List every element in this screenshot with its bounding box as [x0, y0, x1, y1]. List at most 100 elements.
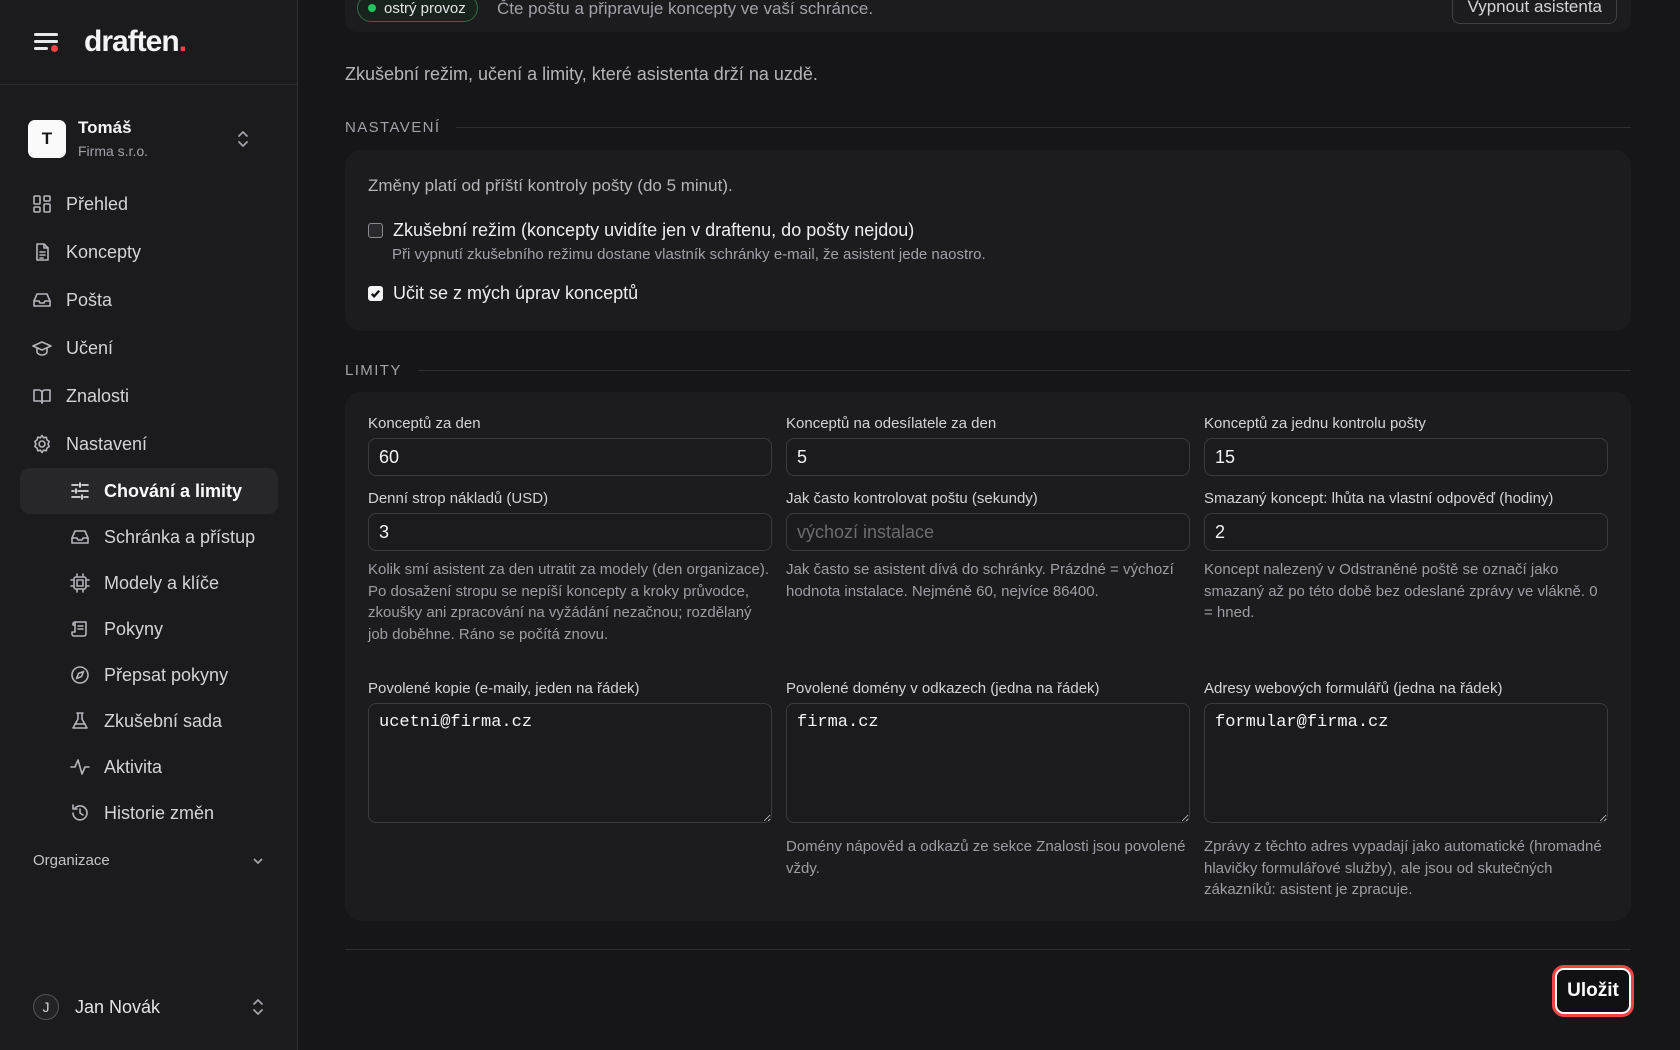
settings-panel: Změny platí od příští kontroly pošty (do…: [345, 150, 1631, 331]
graduation-cap-icon: [32, 338, 52, 358]
field-label: Denní strop nákladů (USD): [368, 490, 549, 507]
footer-divider: [345, 949, 1631, 950]
learn-row[interactable]: Učit se z mých úprav konceptů: [368, 283, 638, 304]
field-help: Zprávy z těchto adres vypadají jako auto…: [1204, 838, 1602, 898]
assistant-status-card: ostrý provoz Čte poštu a připravuje konc…: [345, 0, 1631, 32]
settings-note: Změny platí od příští kontroly pošty (do…: [368, 176, 733, 195]
subnav-item-label: Přepsat pokyny: [104, 664, 229, 685]
drafts-per-sender-input[interactable]: [786, 438, 1190, 476]
chevron-down-icon: [253, 857, 263, 864]
nav-item-uceni[interactable]: Učení: [20, 324, 278, 372]
book-icon: [32, 386, 52, 406]
subnav-item-aktivita[interactable]: Aktivita: [20, 744, 278, 790]
trial-mode-row[interactable]: Zkušební režim (koncepty uvidíte jen v d…: [368, 220, 914, 241]
menu-icon[interactable]: [34, 32, 60, 52]
cost-cap-input[interactable]: [368, 513, 772, 551]
subnav-item-schranka-a-pristup[interactable]: Schránka a přístup: [20, 514, 278, 560]
status-dot-icon: [368, 4, 376, 12]
drafts-per-check-input[interactable]: [1204, 438, 1608, 476]
org-name: Tomáš: [78, 117, 132, 137]
chevron-up-down-icon: [253, 999, 263, 1015]
main-content: ostrý provoz Čte poštu a připravuje konc…: [298, 0, 1680, 1050]
sliders-icon: [70, 481, 90, 501]
sidebar: draften. T Tomáš Firma s.r.o. Přehled Ko…: [0, 0, 298, 1050]
learn-label: Učit se z mých úprav konceptů: [393, 283, 639, 303]
field-label: Jak často kontrolovat poštu (sekundy): [786, 490, 1038, 507]
page-description: Zkušební režim, učení a limity, které as…: [345, 64, 818, 84]
nav-item-label: Pošta: [66, 289, 113, 310]
deleted-grace-input[interactable]: [1204, 513, 1608, 551]
settings-section-heading: NASTAVENÍ: [345, 119, 1631, 136]
subnav-item-chovani-a-limity[interactable]: Chování a limity: [20, 468, 278, 514]
nav-item-nastaveni[interactable]: Nastavení: [20, 420, 278, 468]
allowed-cc-textarea[interactable]: ucetni@firma.cz: [368, 703, 772, 823]
field-help: Kolik smí asistent za den utratit za mod…: [368, 561, 770, 643]
form-addresses-field: Adresy webových formulářů (jedna na řáde…: [1204, 679, 1608, 901]
cost-cap-field: Denní strop nákladů (USD) Kolik smí asis…: [368, 489, 772, 645]
nav-item-koncepty[interactable]: Koncepty: [20, 228, 278, 276]
organization-section-toggle[interactable]: Organizace: [33, 852, 265, 869]
organization-section-label: Organizace: [33, 852, 110, 869]
drafts-per-day-input[interactable]: [368, 438, 772, 476]
nav-item-label: Přehled: [66, 193, 129, 214]
drafts-per-day-field: Konceptů za den: [368, 414, 772, 476]
nav-item-posta[interactable]: Pošta: [20, 276, 278, 324]
subnav-item-modely-a-klice[interactable]: Modely a klíče: [20, 560, 278, 606]
subnav-item-label: Chování a limity: [104, 480, 243, 501]
chevron-up-down-icon: [238, 131, 248, 147]
subnav-item-label: Schránka a přístup: [104, 526, 256, 547]
subnav-item-label: Historie změn: [104, 802, 215, 823]
inbox-icon: [70, 527, 90, 547]
field-label: Konceptů za jednu kontrolu pošty: [1204, 415, 1426, 432]
subnav-item-label: Modely a klíče: [104, 572, 220, 593]
trial-mode-hint: Při vypnutí zkušebního režimu dostane vl…: [392, 246, 986, 263]
check-interval-input[interactable]: [786, 513, 1190, 551]
drafts-per-check-field: Konceptů za jednu kontrolu pošty: [1204, 414, 1608, 476]
activity-icon: [70, 757, 90, 777]
status-text: Čte poštu a připravuje koncepty ve vaší …: [497, 0, 874, 18]
field-label: Adresy webových formulářů (jedna na řáde…: [1204, 680, 1503, 697]
field-label: Smazaný koncept: lhůta na vlastní odpově…: [1204, 490, 1554, 507]
subnav-item-pokyny[interactable]: Pokyny: [20, 606, 278, 652]
subnav-item-label: Pokyny: [104, 618, 164, 639]
user-switcher[interactable]: J Jan Novák: [33, 994, 265, 1020]
deleted-grace-field: Smazaný koncept: lhůta na vlastní odpově…: [1204, 489, 1608, 624]
nav-item-label: Učení: [66, 337, 114, 358]
limits-section-heading: LIMITY: [345, 362, 1631, 379]
nav-item-label: Znalosti: [66, 385, 130, 406]
nav-item-znalosti[interactable]: Znalosti: [20, 372, 278, 420]
save-button[interactable]: Uložit: [1555, 968, 1631, 1014]
status-badge: ostrý provoz: [357, 0, 478, 22]
org-company: Firma s.r.o.: [78, 142, 149, 159]
field-help: Domény nápověd a odkazů ze sekce Znalost…: [786, 838, 1186, 877]
brand-bar: draften.: [0, 0, 297, 85]
trial-mode-label: Zkušební režim (koncepty uvidíte jen v d…: [393, 220, 915, 240]
logo[interactable]: draften.: [84, 25, 187, 59]
field-label: Povolené domény v odkazech (jedna na řád…: [786, 680, 1100, 697]
trial-mode-checkbox[interactable]: [368, 223, 383, 238]
limits-panel: Konceptů za den Konceptů na odesílatele …: [345, 392, 1631, 921]
nav-item-label: Koncepty: [66, 241, 142, 262]
inbox-icon: [32, 290, 52, 310]
settings-subnav: Chování a limity Schránka a přístup Mode…: [20, 468, 278, 836]
subnav-item-prepsat-pokyny[interactable]: Přepsat pokyny: [20, 652, 278, 698]
gear-icon: [32, 434, 52, 454]
document-icon: [32, 242, 52, 262]
field-label: Konceptů za den: [368, 415, 481, 432]
nav-item-prehled[interactable]: Přehled: [20, 180, 278, 228]
form-addresses-textarea[interactable]: formular@firma.cz: [1204, 703, 1608, 823]
organization-switcher[interactable]: T Tomáš Firma s.r.o.: [28, 117, 272, 161]
chip-icon: [70, 573, 90, 593]
subnav-item-label: Aktivita: [104, 756, 163, 777]
disable-assistant-button[interactable]: Vypnout asistenta: [1452, 0, 1617, 24]
check-interval-field: Jak často kontrolovat poštu (sekundy) Ja…: [786, 489, 1190, 602]
allowed-domains-textarea[interactable]: firma.cz: [786, 703, 1190, 823]
subnav-item-zkusebni-sada[interactable]: Zkušební sada: [20, 698, 278, 744]
subnav-item-historie-zmen[interactable]: Historie změn: [20, 790, 278, 836]
subnav-item-label: Zkušební sada: [104, 710, 223, 731]
field-label: Konceptů na odesílatele za den: [786, 415, 997, 432]
drafts-per-sender-field: Konceptů na odesílatele za den: [786, 414, 1190, 476]
learn-checkbox[interactable]: [368, 286, 383, 301]
field-help: Koncept nalezený v Odstraněné poště se o…: [1204, 561, 1598, 621]
history-icon: [70, 803, 90, 823]
